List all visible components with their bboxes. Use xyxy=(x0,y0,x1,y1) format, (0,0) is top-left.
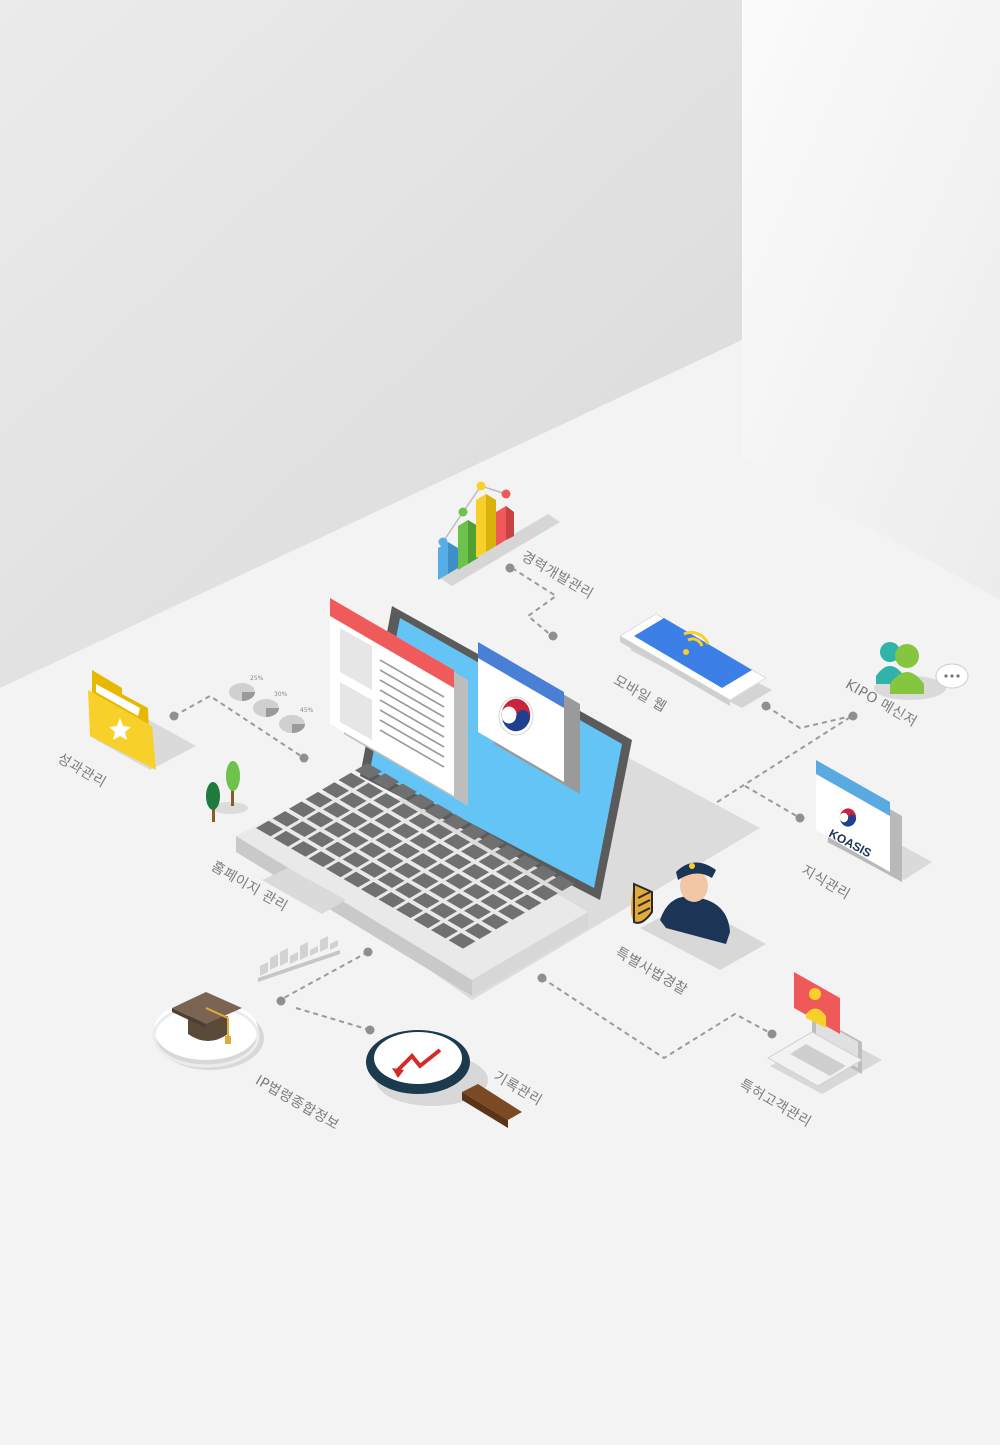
service-diagram-scene: KOASIS 25%30%45% xyxy=(0,0,1000,1445)
pie-label: 30% xyxy=(274,691,288,698)
pie-label: 45% xyxy=(300,707,314,714)
koasis-seal-icon xyxy=(839,808,857,828)
pie-label: 25% xyxy=(250,675,264,682)
korea-seal-icon xyxy=(498,696,534,736)
